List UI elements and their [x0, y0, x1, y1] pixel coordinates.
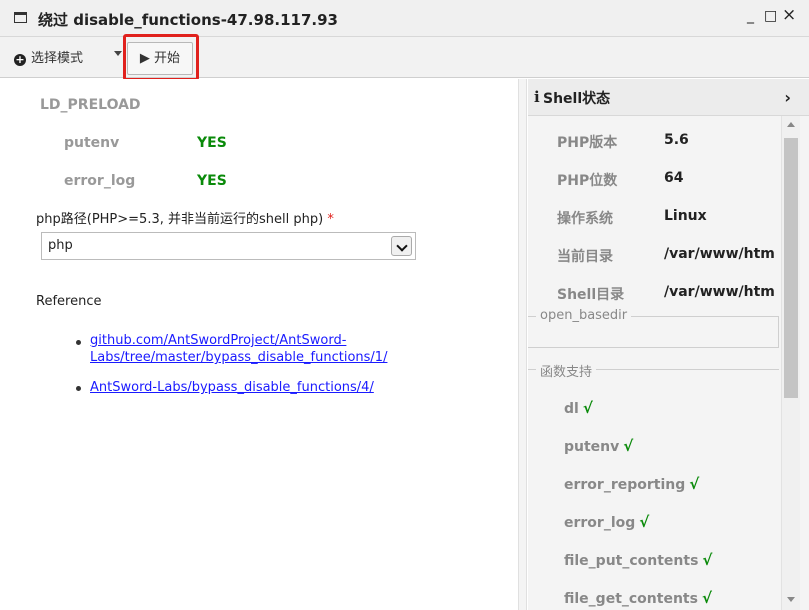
- info-value: Linux: [664, 208, 707, 224]
- info-value: 64: [664, 170, 684, 186]
- vertical-scrollbar[interactable]: [781, 116, 800, 610]
- pane-splitter[interactable]: [518, 79, 527, 610]
- check-icon: √: [701, 589, 712, 607]
- check-icon: √: [623, 437, 634, 455]
- select-mode-label: 选择模式: [31, 51, 84, 66]
- function-item: error_reporting √: [564, 475, 700, 493]
- info-key: Shell目录: [557, 287, 625, 303]
- info-value: /var/www/htm: [664, 246, 775, 262]
- info-key: PHP版本: [557, 135, 618, 151]
- bypass-config-panel: LD_PRELOAD putenv YES error_log YES php路…: [10, 79, 518, 610]
- open-basedir-box: [528, 316, 779, 348]
- function-item: dl √: [564, 399, 593, 417]
- check-value: YES: [197, 173, 227, 189]
- close-button[interactable]: ×: [782, 5, 796, 25]
- check-icon: √: [582, 399, 593, 417]
- info-icon: i: [534, 88, 540, 106]
- chevron-right-icon[interactable]: ›: [784, 88, 791, 107]
- check-value: YES: [197, 135, 227, 151]
- section-title: LD_PRELOAD: [40, 97, 141, 113]
- maximize-button[interactable]: □: [764, 8, 777, 24]
- chevron-down-icon[interactable]: [391, 236, 412, 256]
- reference-title: Reference: [36, 294, 102, 309]
- bullet-icon: [76, 340, 81, 345]
- check-icon: √: [689, 475, 700, 493]
- select-mode-button[interactable]: + 选择模式: [14, 47, 83, 66]
- info-value: /var/www/htm: [664, 284, 775, 300]
- window-icon: [14, 12, 27, 23]
- required-mark: *: [327, 212, 334, 227]
- reference-link[interactable]: AntSword-Labs/bypass_disable_functions/4…: [90, 379, 420, 396]
- function-item: file_put_contents √: [564, 551, 713, 569]
- info-key: PHP位数: [557, 173, 618, 189]
- info-value: 5.6: [664, 132, 689, 148]
- info-key: 当前目录: [557, 249, 613, 265]
- reference-link[interactable]: github.com/AntSwordProject/AntSword-Labs…: [90, 332, 420, 366]
- shell-status-header: i Shell状态 ›: [528, 79, 809, 116]
- check-icon: √: [702, 551, 713, 569]
- shell-status-title: Shell状态: [543, 91, 611, 107]
- chevron-down-icon[interactable]: [114, 51, 122, 56]
- window-titlebar: 绕过 disable_functions-47.98.117.93 _ □ ×: [0, 0, 809, 37]
- check-icon: √: [639, 513, 650, 531]
- php-path-select-value: php: [48, 238, 73, 253]
- function-item: error_log √: [564, 513, 650, 531]
- check-key: error_log: [64, 173, 136, 189]
- php-path-label: php路径(PHP>=5.3, 并非当前运行的shell php) *: [36, 212, 334, 227]
- info-key: 操作系统: [557, 211, 613, 227]
- functions-fieldset: 函数支持: [528, 361, 779, 380]
- bullet-icon: [76, 386, 81, 391]
- scroll-up-icon[interactable]: [787, 122, 795, 127]
- window-title: 绕过 disable_functions-47.98.117.93: [38, 11, 338, 29]
- function-item: file_get_contents √: [564, 589, 712, 607]
- scroll-down-icon[interactable]: [787, 597, 795, 602]
- minimize-button[interactable]: _: [747, 8, 754, 24]
- toolbar: + 选择模式 ▶ 开始: [0, 37, 809, 78]
- functions-legend: 函数支持: [536, 361, 597, 380]
- php-path-select[interactable]: php: [41, 232, 416, 260]
- function-item: putenv √: [564, 437, 634, 455]
- plus-circle-icon: +: [14, 53, 26, 66]
- check-key: putenv: [64, 135, 120, 151]
- shell-status-content: PHP版本 5.6 PHP位数 64 操作系统 Linux 当前目录 /var/…: [528, 116, 781, 610]
- start-button[interactable]: ▶ 开始: [127, 42, 193, 75]
- scrollbar-thumb[interactable]: [784, 138, 798, 398]
- shell-status-panel: i Shell状态 › PHP版本 5.6 PHP位数 64 操作系统 Linu…: [528, 79, 809, 610]
